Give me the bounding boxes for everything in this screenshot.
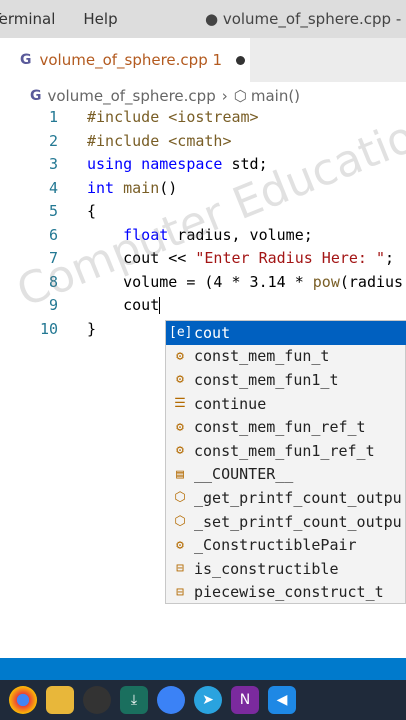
recorder-icon[interactable] (83, 686, 111, 714)
onenote-icon[interactable]: N (231, 686, 259, 714)
suggestion-label: _get_printf_count_outpu (194, 488, 402, 507)
line-number: 1 (48, 108, 58, 126)
chrome-icon[interactable] (9, 686, 37, 714)
suggestion-item[interactable]: ⚙ _ConstructiblePair (166, 533, 406, 557)
line-number: 10 (39, 319, 58, 338)
code-text: using namespace std; (87, 155, 268, 173)
suggestion-label: _ConstructiblePair (194, 536, 357, 555)
suggestion-widget: [e] cout ⚙ const_mem_fun_t ⚙ const_mem_fun1_t… (165, 320, 406, 604)
breadcrumb-file[interactable]: volume_of_sphere.cpp (48, 87, 216, 105)
tab-bar: G volume_of_sphere.cpp 1 (0, 38, 406, 82)
code-line[interactable]: 3 using namespace std; (0, 155, 406, 178)
code-text: volume = (4 * 3.14 * pow(radius (87, 272, 404, 291)
suggestion-item[interactable]: ☰ continue (166, 392, 406, 416)
code-text: #include <iostream> (87, 108, 259, 126)
status-bar (0, 658, 406, 680)
menu-help[interactable]: Help (83, 10, 117, 28)
telegram-icon[interactable]: ➤ (194, 686, 222, 714)
taskbar: ⤓ ➤ N ◀ (0, 680, 406, 720)
unsaved-dot-icon[interactable] (236, 55, 246, 65)
class-icon: ⚙ (176, 419, 184, 435)
struct-icon: ⊟ (176, 584, 184, 600)
suggestion-item[interactable]: ⬡ _set_printf_count_outpu (166, 510, 406, 534)
class-icon: ⚙ (176, 348, 184, 364)
keyword-icon: ☰ (174, 396, 186, 412)
suggestion-item[interactable]: ⚙ const_mem_fun_ref_t (166, 415, 406, 439)
chat-icon[interactable] (157, 686, 185, 714)
suggestion-item[interactable]: ⊟ piecewise_construct_t (166, 581, 406, 605)
download-icon[interactable]: ⤓ (120, 686, 148, 714)
code-text: int main() (87, 178, 178, 197)
suggestion-item[interactable]: ⚙ const_mem_fun1_ref_t (166, 439, 406, 463)
code-line[interactable]: 8 volume = (4 * 3.14 * pow(radius (0, 273, 406, 296)
code-line[interactable]: 2 #include <cmath> (0, 132, 406, 155)
line-number: 6 (48, 225, 58, 244)
code-text: { (87, 202, 97, 220)
suggestion-label: piecewise_construct_t (194, 583, 384, 602)
suggestion-item[interactable]: [e] cout (166, 321, 406, 345)
line-number: 7 (48, 249, 58, 267)
line-number: 8 (48, 272, 58, 291)
window-title: ● volume_of_sphere.cpp - Youtube (204, 10, 406, 28)
line-number: 9 (48, 296, 58, 314)
suggestion-label: is_constructible (194, 559, 339, 578)
code-line[interactable]: 6 float radius, volume; (0, 226, 406, 249)
suggestion-label: const_mem_fun1_ref_t (194, 441, 375, 460)
code-text: } (87, 319, 97, 338)
menu-terminal[interactable]: Terminal (0, 10, 55, 28)
cube-icon: ⬡ (233, 87, 247, 105)
cpp-file-icon: G (20, 52, 32, 68)
suggestion-label: const_mem_fun1_t (194, 370, 339, 389)
code-line[interactable]: 5{ (0, 202, 406, 225)
code-text: cout << "Enter Radius Here: "; (87, 249, 395, 267)
tab-volume-of-sphere[interactable]: G volume_of_sphere.cpp 1 (0, 38, 250, 82)
suggestion-item[interactable]: ⚙ const_mem_fun_t (166, 345, 406, 369)
code-line[interactable]: 7 cout << "Enter Radius Here: "; (0, 249, 406, 272)
class-icon: ⚙ (176, 372, 184, 388)
code-text: cout (87, 296, 161, 314)
suggestion-label: const_mem_fun_ref_t (194, 418, 366, 437)
cpp-file-icon: G (30, 88, 42, 104)
vscode-icon[interactable]: ◀ (268, 686, 296, 714)
menu-bar: Terminal Help ● volume_of_sphere.cpp - Y… (0, 0, 406, 38)
breadcrumb-symbol[interactable]: main() (251, 87, 300, 105)
code-line[interactable]: 1 #include <iostream> (0, 108, 406, 131)
suggestion-label: continue (194, 394, 267, 413)
breadcrumb: G volume_of_sphere.cpp › ⬡ main() (0, 82, 406, 110)
code-text: float radius, volume; (123, 225, 313, 244)
suggestion-label: cout (194, 323, 231, 342)
function-icon: ⬡ (174, 514, 186, 530)
code-line[interactable]: 9 cout (0, 296, 406, 319)
tab-label: volume_of_sphere.cpp 1 (39, 51, 223, 69)
suggestion-label: const_mem_fun_t (194, 347, 330, 366)
text-cursor (159, 297, 161, 314)
class-icon: ⚙ (176, 537, 184, 553)
code-line[interactable]: 4 int main() (0, 179, 406, 202)
function-icon: ⬡ (174, 490, 186, 506)
struct-icon: ⊟ (176, 561, 184, 577)
chevron-right-icon: › (221, 87, 228, 105)
variable-icon: [e] (169, 325, 193, 341)
suggestion-item[interactable]: ⚙ const_mem_fun1_t (166, 368, 406, 392)
suggestion-label: __COUNTER__ (194, 465, 294, 484)
code-text: #include <cmath> (87, 131, 232, 150)
suggestion-item[interactable]: ▤ __COUNTER__ (166, 463, 406, 487)
line-number: 5 (48, 202, 58, 220)
macro-icon: ▤ (176, 466, 184, 482)
suggestion-label: _set_printf_count_outpu (194, 512, 402, 531)
line-number: 2 (48, 131, 58, 150)
suggestion-item[interactable]: ⬡ _get_printf_count_outpu (166, 486, 406, 510)
line-number: 3 (48, 155, 58, 173)
file-explorer-icon[interactable] (46, 686, 74, 714)
class-icon: ⚙ (176, 443, 184, 459)
line-number: 4 (48, 178, 58, 197)
suggestion-item[interactable]: ⊟ is_constructible (166, 557, 406, 581)
